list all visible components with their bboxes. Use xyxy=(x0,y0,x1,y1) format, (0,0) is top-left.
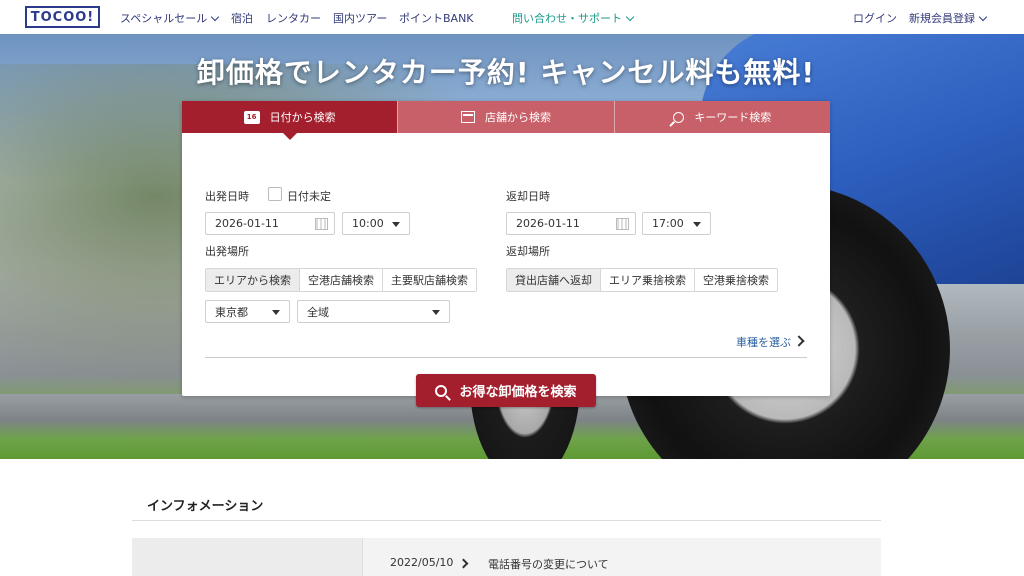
register-label: 新規会員登録 xyxy=(909,12,975,25)
calendar-picker-icon[interactable] xyxy=(315,218,328,230)
nav-point-bank[interactable]: ポイントBANK xyxy=(399,10,474,26)
site-logo[interactable]: TOCOO! xyxy=(25,6,100,28)
seg-return-to-store[interactable]: 貸出店舗へ返却 xyxy=(507,269,601,291)
date-undecided-label: 日付未定 xyxy=(287,190,331,203)
panel-divider xyxy=(205,357,807,358)
date-undecided-checkbox[interactable] xyxy=(268,187,282,201)
seg-station-store-search[interactable]: 主要駅店舗検索 xyxy=(383,269,476,291)
chevron-down-icon xyxy=(978,12,988,22)
seg-airport-dropoff-search[interactable]: 空港乗捨検索 xyxy=(695,269,777,291)
area-select[interactable]: 全域 xyxy=(297,300,450,323)
nav-special-sale-label: スペシャルセール xyxy=(120,12,208,25)
chevron-down-icon xyxy=(210,12,220,22)
chevron-right-icon xyxy=(793,335,805,347)
tab-store-search-label: 店舗から検索 xyxy=(484,111,551,124)
seg-area-search[interactable]: エリアから検索 xyxy=(206,269,300,291)
departure-date-value: 2026-01-11 xyxy=(215,217,279,230)
departure-place-segment: エリアから検索 空港店舗検索 主要駅店舗検索 xyxy=(205,268,477,292)
chevron-down-icon xyxy=(625,12,635,22)
prefecture-value: 東京都 xyxy=(215,305,248,319)
hero-title: 卸価格でレンタカー予約! キャンセル料も無料! xyxy=(196,56,816,89)
search-panel: 16 日付から検索 店舗から検索 キーワード検索 出発日時 日付未定 2026-… xyxy=(182,101,830,407)
return-date-field[interactable]: 2026-01-11 xyxy=(506,212,636,235)
nav-support[interactable]: 問い合わせ・サポート xyxy=(512,10,635,26)
return-time-select[interactable]: 17:00 xyxy=(642,212,711,235)
search-tabs: 16 日付から検索 店舗から検索 キーワード検索 xyxy=(182,101,830,140)
return-date-value: 2026-01-11 xyxy=(516,217,580,230)
return-datetime-label: 返却日時 xyxy=(506,190,550,203)
departure-date-field[interactable]: 2026-01-11 xyxy=(205,212,335,235)
tab-keyword-search[interactable]: キーワード検索 xyxy=(614,101,830,133)
nav-special-sale[interactable]: スペシャルセール xyxy=(120,10,220,26)
login-link[interactable]: ログイン xyxy=(853,10,897,26)
departure-time-select[interactable]: 10:00 xyxy=(342,212,410,235)
dropdown-arrow-icon xyxy=(693,222,701,227)
dropdown-arrow-icon xyxy=(432,310,440,315)
search-submit-button[interactable]: お得な卸価格を検索 xyxy=(416,374,596,407)
register-link[interactable]: 新規会員登録 xyxy=(909,10,988,26)
calendar-icon: 16 xyxy=(243,110,260,124)
departure-time-value: 10:00 xyxy=(352,217,384,230)
return-place-segment: 貸出店舗へ返却 エリア乗捨検索 空港乗捨検索 xyxy=(506,268,778,292)
info-section-title: インフォメーション xyxy=(147,499,264,514)
nav-rentacar[interactable]: レンタカー xyxy=(266,10,321,26)
info-divider xyxy=(132,520,881,521)
info-item-date: 2022/05/10 xyxy=(390,556,454,569)
search-submit-label: お得な卸価格を検索 xyxy=(459,385,577,400)
area-value: 全域 xyxy=(307,305,329,319)
nav-hotel[interactable]: 宿泊 xyxy=(231,10,253,26)
hero-banner: 卸価格でレンタカー予約! キャンセル料も無料! 16 日付から検索 店舗から検索… xyxy=(0,34,1024,459)
nav-domestic-tour[interactable]: 国内ツアー xyxy=(333,10,387,26)
departure-datetime-label: 出発日時 xyxy=(205,190,249,203)
prefecture-select[interactable]: 東京都 xyxy=(205,300,290,323)
calendar-picker-icon[interactable] xyxy=(616,218,629,230)
tab-store-search[interactable]: 店舗から検索 xyxy=(398,101,615,133)
seg-airport-store-search[interactable]: 空港店舗検索 xyxy=(300,269,383,291)
return-time-value: 17:00 xyxy=(652,217,684,230)
seg-area-dropoff-search[interactable]: エリア乗捨検索 xyxy=(601,269,695,291)
departure-place-label: 出発場所 xyxy=(205,245,249,258)
search-icon xyxy=(673,111,685,123)
choose-car-link[interactable]: 車種を選ぶ xyxy=(736,334,805,350)
tab-keyword-search-label: キーワード検索 xyxy=(694,111,772,124)
return-place-label: 返却場所 xyxy=(506,245,550,258)
tab-date-search-label: 日付から検索 xyxy=(269,111,336,124)
nav-support-label: 問い合わせ・サポート xyxy=(512,12,622,25)
top-header: TOCOO! スペシャルセール 宿泊 レンタカー 国内ツアー ポイントBANK … xyxy=(0,0,1024,34)
dropdown-arrow-icon xyxy=(392,222,400,227)
tab-date-search[interactable]: 16 日付から検索 xyxy=(182,101,399,140)
dropdown-arrow-icon xyxy=(272,310,280,315)
magnifier-icon xyxy=(435,384,448,397)
store-icon xyxy=(460,111,475,123)
choose-car-label: 車種を選ぶ xyxy=(736,336,791,349)
info-item-link[interactable]: 電話番号の変更について xyxy=(488,556,609,572)
